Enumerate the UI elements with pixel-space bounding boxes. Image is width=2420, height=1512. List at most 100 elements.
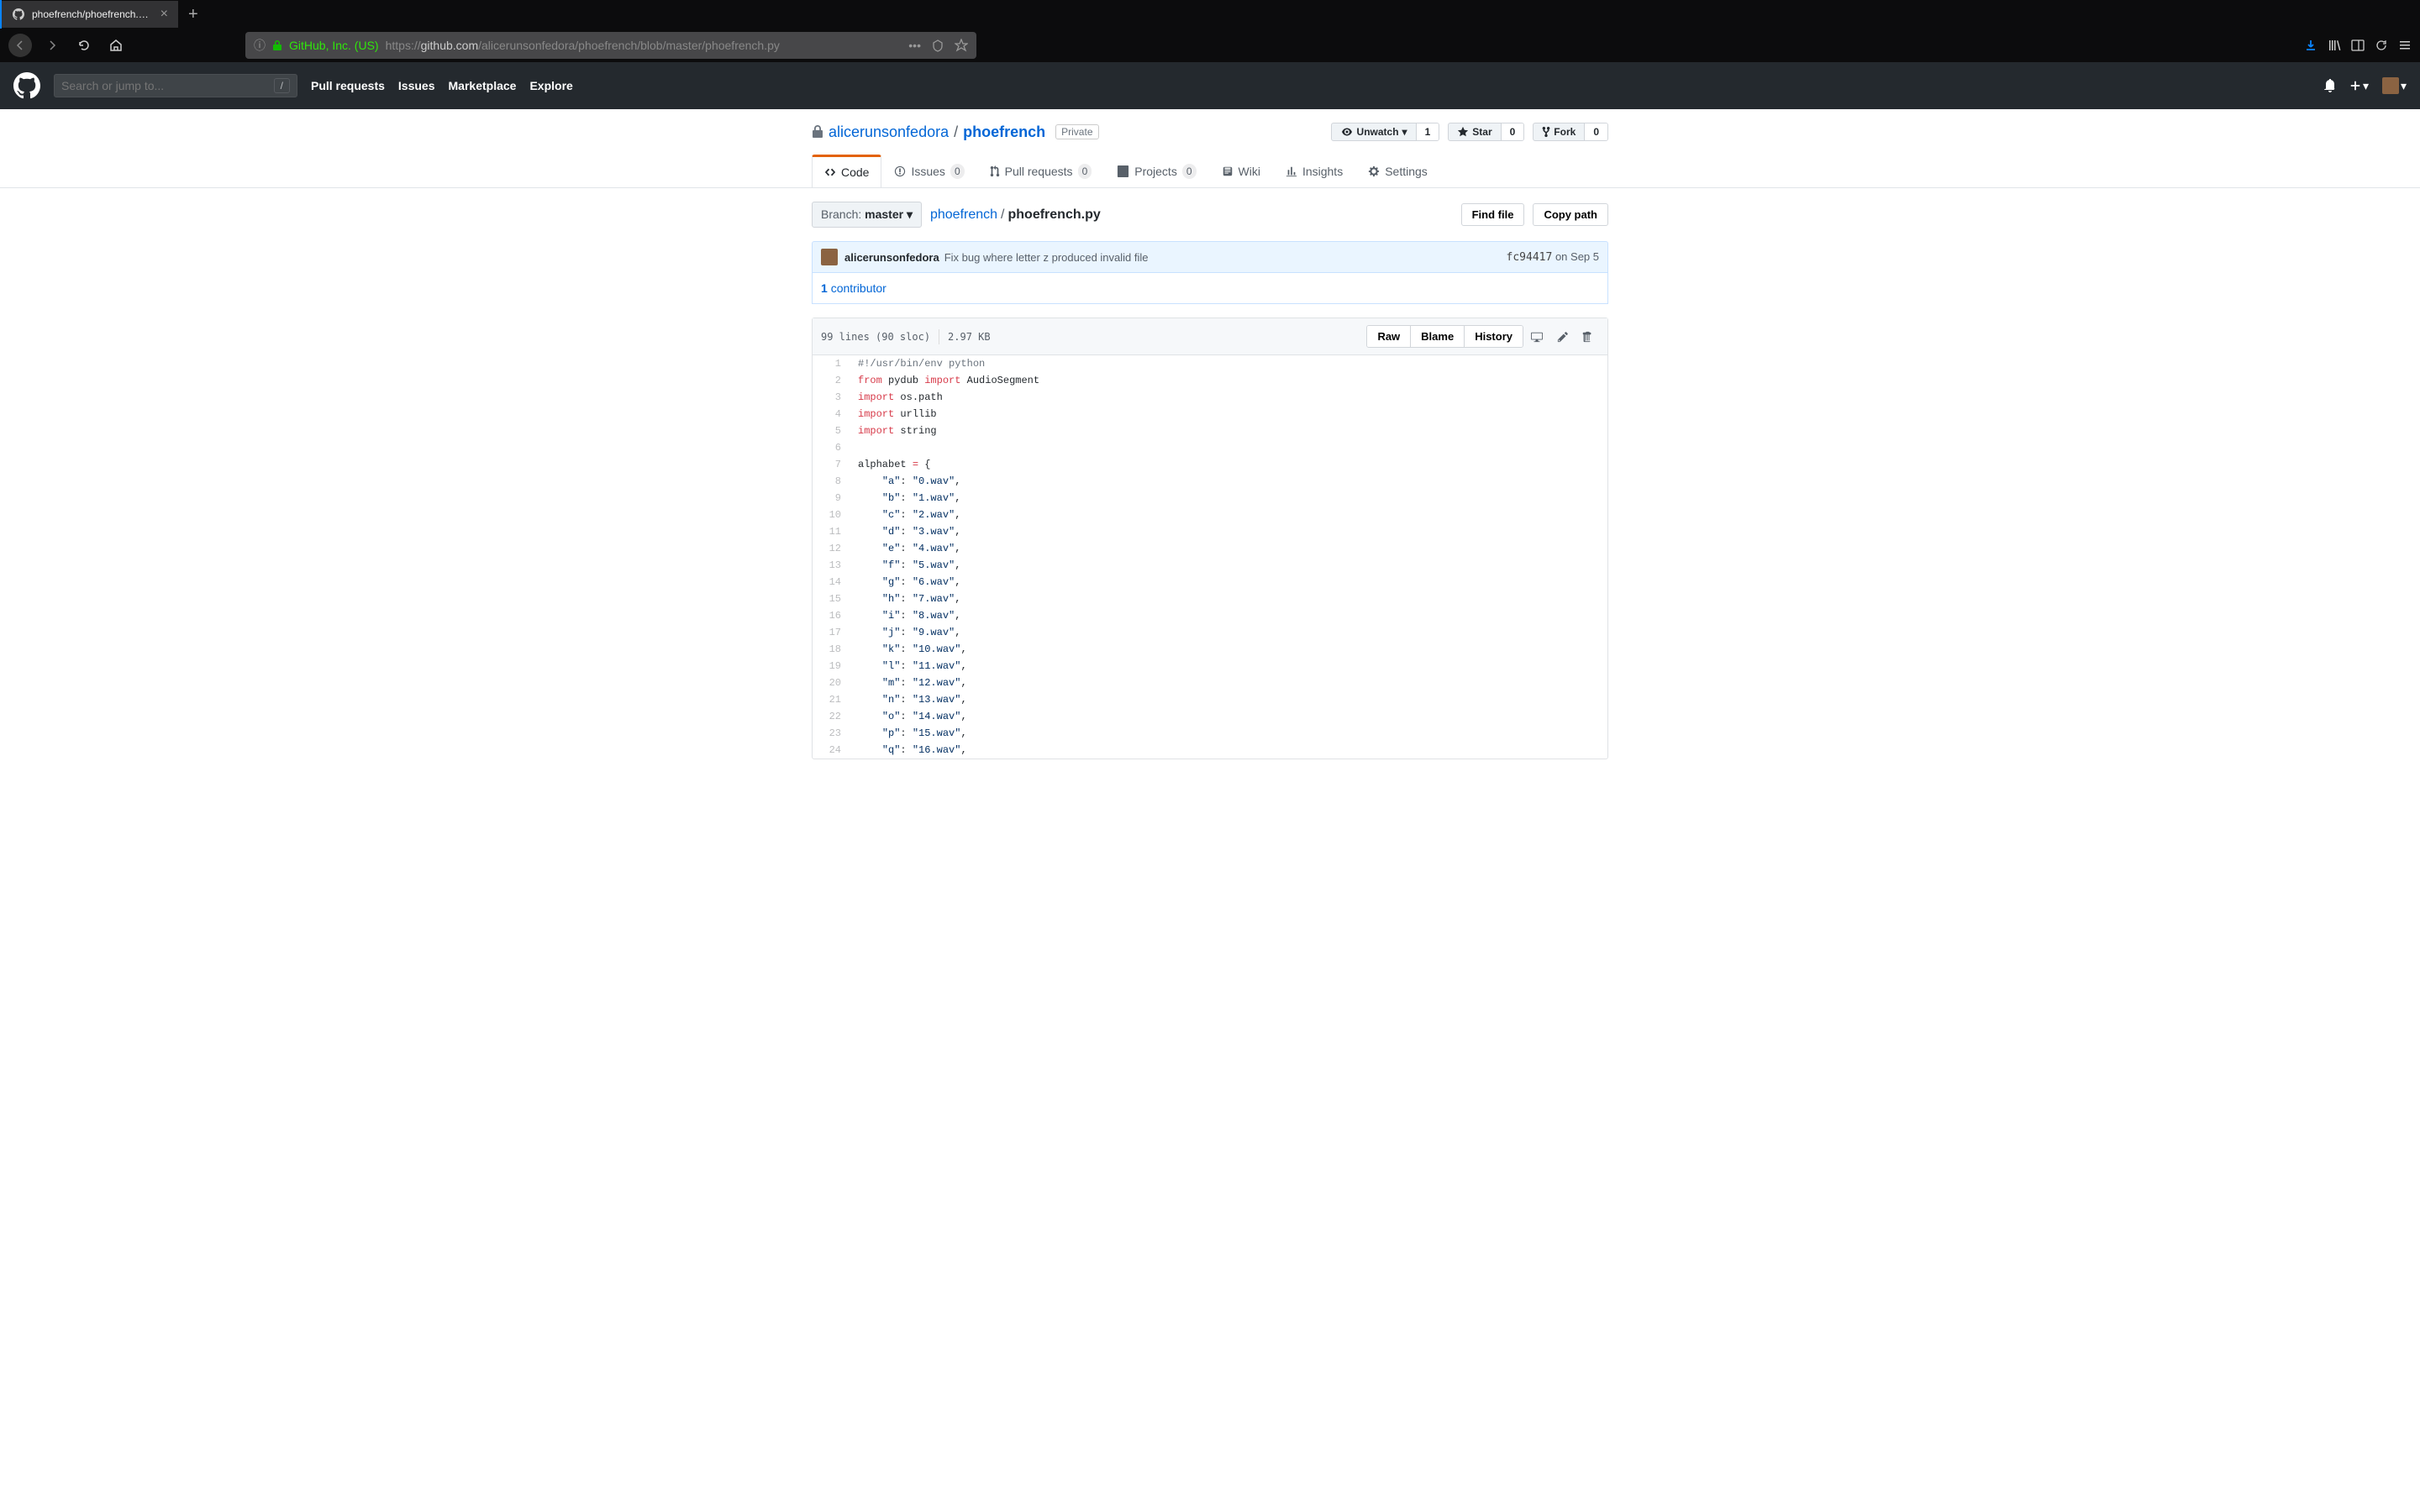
nav-marketplace[interactable]: Marketplace bbox=[449, 79, 517, 92]
watch-count[interactable]: 1 bbox=[1417, 123, 1439, 140]
line-number[interactable]: 22 bbox=[813, 708, 850, 725]
line-number[interactable]: 5 bbox=[813, 423, 850, 439]
github-favicon-icon bbox=[12, 8, 25, 21]
commit-sha[interactable]: fc94417 bbox=[1507, 251, 1553, 264]
page-actions-icon[interactable]: ••• bbox=[908, 39, 921, 52]
code-line: 21 "n": "13.wav", bbox=[813, 691, 1607, 708]
tab-wiki[interactable]: Wiki bbox=[1209, 155, 1273, 187]
repo-owner-link[interactable]: alicerunsonfedora bbox=[829, 123, 949, 141]
nav-explore[interactable]: Explore bbox=[529, 79, 572, 92]
tab-insights[interactable]: Insights bbox=[1273, 155, 1355, 187]
copy-path-button[interactable]: Copy path bbox=[1533, 203, 1608, 226]
line-code: "e": "4.wav", bbox=[850, 540, 960, 557]
line-number[interactable]: 8 bbox=[813, 473, 850, 490]
lock-icon bbox=[812, 125, 823, 139]
tab-settings[interactable]: Settings bbox=[1355, 155, 1440, 187]
desktop-icon[interactable] bbox=[1523, 331, 1550, 343]
line-number[interactable]: 17 bbox=[813, 624, 850, 641]
line-number[interactable]: 14 bbox=[813, 574, 850, 591]
user-menu[interactable]: ▾ bbox=[2382, 77, 2407, 94]
notifications-bell-icon[interactable] bbox=[2323, 79, 2336, 92]
code-blob: 1#!/usr/bin/env python2from pydub import… bbox=[813, 355, 1607, 759]
tab-close-icon[interactable]: × bbox=[160, 7, 168, 22]
fork-button[interactable]: Fork 0 bbox=[1533, 123, 1608, 141]
line-number[interactable]: 12 bbox=[813, 540, 850, 557]
line-number[interactable]: 23 bbox=[813, 725, 850, 742]
forward-button[interactable] bbox=[40, 34, 64, 57]
privacy-badge: Private bbox=[1055, 124, 1098, 139]
tab-pull-requests[interactable]: Pull requests0 bbox=[977, 155, 1105, 187]
new-tab-button[interactable]: + bbox=[178, 5, 208, 24]
line-number[interactable]: 1 bbox=[813, 355, 850, 372]
search-slash-hint: / bbox=[274, 78, 290, 93]
star-button[interactable]: Star 0 bbox=[1448, 123, 1524, 141]
nav-issues[interactable]: Issues bbox=[398, 79, 435, 92]
line-number[interactable]: 15 bbox=[813, 591, 850, 607]
line-number[interactable]: 13 bbox=[813, 557, 850, 574]
info-icon[interactable]: ⓘ bbox=[254, 37, 266, 54]
commit-author[interactable]: alicerunsonfedora bbox=[844, 251, 939, 264]
browser-tab[interactable]: phoefrench/phoefrench.py at m × bbox=[2, 1, 178, 28]
line-number[interactable]: 3 bbox=[813, 389, 850, 406]
library-icon[interactable] bbox=[2328, 39, 2341, 52]
line-number[interactable]: 4 bbox=[813, 406, 850, 423]
history-button[interactable]: History bbox=[1464, 326, 1523, 347]
blame-button[interactable]: Blame bbox=[1410, 326, 1464, 347]
line-code: "n": "13.wav", bbox=[850, 691, 967, 708]
github-search[interactable]: / bbox=[54, 74, 297, 97]
edit-pencil-icon[interactable] bbox=[1550, 331, 1576, 343]
line-number[interactable]: 21 bbox=[813, 691, 850, 708]
line-number[interactable]: 18 bbox=[813, 641, 850, 658]
line-code: "b": "1.wav", bbox=[850, 490, 960, 507]
url-bar[interactable]: ⓘ GitHub, Inc. (US) https://github.com/a… bbox=[245, 32, 976, 59]
contributors-link[interactable]: 1 contributor bbox=[821, 281, 886, 295]
breadcrumb-root[interactable]: phoefrench bbox=[930, 207, 997, 222]
line-number[interactable]: 6 bbox=[813, 439, 850, 456]
fork-count[interactable]: 0 bbox=[1585, 123, 1607, 140]
commit-tease: alicerunsonfedora Fix bug where letter z… bbox=[812, 241, 1608, 273]
back-button[interactable] bbox=[8, 34, 32, 57]
line-number[interactable]: 24 bbox=[813, 742, 850, 759]
hamburger-menu-icon[interactable] bbox=[2398, 39, 2412, 52]
bookmark-star-icon[interactable] bbox=[955, 39, 968, 52]
downloads-icon[interactable] bbox=[2304, 39, 2317, 52]
code-line: 19 "l": "11.wav", bbox=[813, 658, 1607, 675]
branch-select-menu[interactable]: Branch: master ▾ bbox=[812, 202, 922, 228]
sidebar-icon[interactable] bbox=[2351, 39, 2365, 52]
reader-icon[interactable] bbox=[931, 39, 944, 52]
repohead: alicerunsonfedora / phoefrench Private U… bbox=[0, 109, 2420, 188]
star-count[interactable]: 0 bbox=[1502, 123, 1524, 140]
browser-toolbar: ⓘ GitHub, Inc. (US) https://github.com/a… bbox=[0, 29, 2420, 62]
tab-issues[interactable]: Issues0 bbox=[881, 155, 976, 187]
code-line: 24 "q": "16.wav", bbox=[813, 742, 1607, 759]
url-text: https://github.com/alicerunsonfedora/pho… bbox=[386, 39, 780, 52]
home-button[interactable] bbox=[104, 34, 128, 57]
code-line: 20 "m": "12.wav", bbox=[813, 675, 1607, 691]
nav-pull-requests[interactable]: Pull requests bbox=[311, 79, 385, 92]
github-logo-icon[interactable] bbox=[13, 72, 40, 99]
tab-title: phoefrench/phoefrench.py at m bbox=[32, 8, 154, 20]
create-new-icon[interactable]: ▾ bbox=[2349, 79, 2369, 93]
line-number[interactable]: 2 bbox=[813, 372, 850, 389]
line-number[interactable]: 7 bbox=[813, 456, 850, 473]
tab-code[interactable]: Code bbox=[812, 155, 881, 187]
watch-button[interactable]: Unwatch ▾ 1 bbox=[1331, 123, 1440, 141]
line-number[interactable]: 10 bbox=[813, 507, 850, 523]
line-code: "l": "11.wav", bbox=[850, 658, 967, 675]
line-number[interactable]: 16 bbox=[813, 607, 850, 624]
repo-name-link[interactable]: phoefrench bbox=[963, 123, 1045, 141]
line-number[interactable]: 9 bbox=[813, 490, 850, 507]
line-number[interactable]: 20 bbox=[813, 675, 850, 691]
code-line: 9 "b": "1.wav", bbox=[813, 490, 1607, 507]
find-file-button[interactable]: Find file bbox=[1461, 203, 1525, 226]
commit-message[interactable]: Fix bug where letter z produced invalid … bbox=[944, 251, 1149, 264]
line-number[interactable]: 19 bbox=[813, 658, 850, 675]
delete-trash-icon[interactable] bbox=[1576, 331, 1599, 343]
line-number[interactable]: 11 bbox=[813, 523, 850, 540]
search-input[interactable] bbox=[61, 79, 274, 92]
raw-button[interactable]: Raw bbox=[1367, 326, 1410, 347]
refresh-circle-icon[interactable] bbox=[2375, 39, 2388, 52]
tab-projects[interactable]: Projects0 bbox=[1104, 155, 1208, 187]
reload-button[interactable] bbox=[72, 34, 96, 57]
commit-avatar[interactable] bbox=[821, 249, 838, 265]
